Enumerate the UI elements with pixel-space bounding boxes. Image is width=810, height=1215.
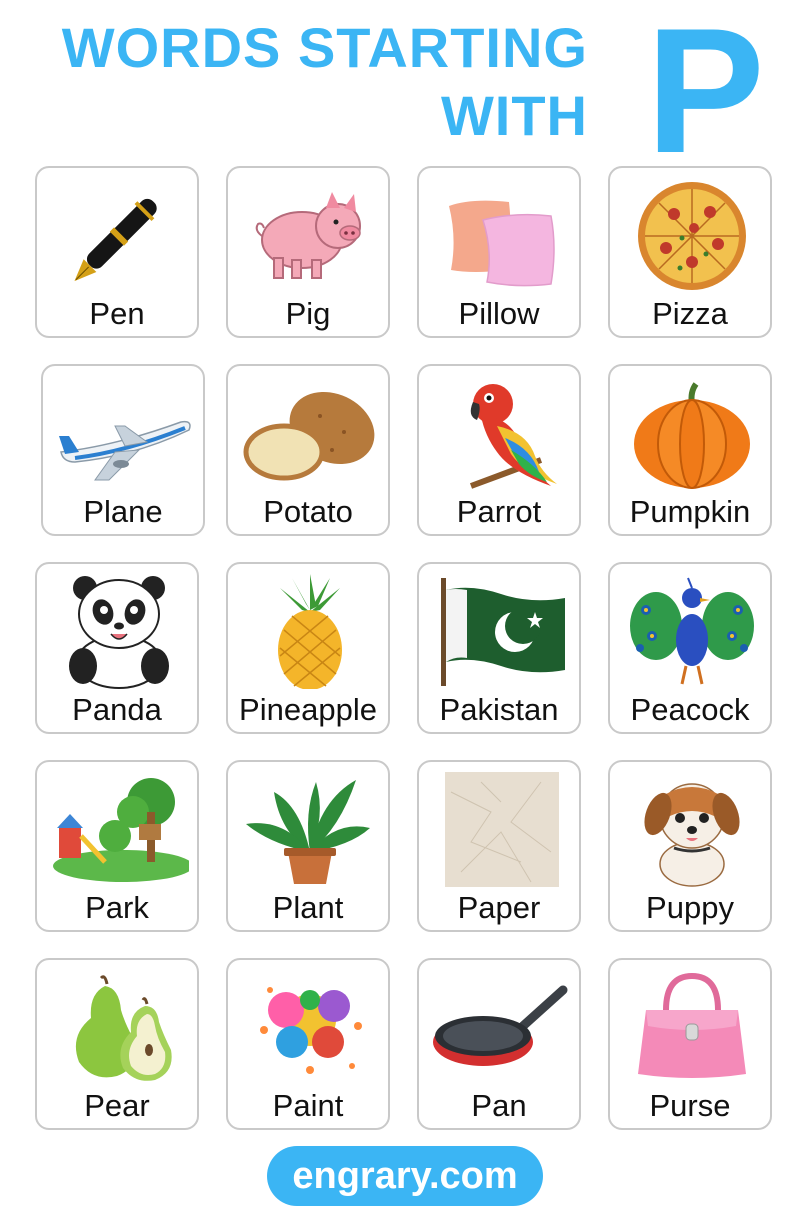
card-pan: Pan [417, 958, 581, 1130]
card-pen: Pen [35, 166, 199, 338]
pan-icon [433, 985, 568, 1066]
plane-icon [59, 420, 191, 481]
card-label: Park [85, 889, 149, 925]
card-label: Pillow [458, 295, 540, 331]
panda-icon [69, 576, 169, 689]
paint-splash-icon [260, 987, 362, 1074]
title-line-2: WITH [440, 84, 588, 147]
card-pig: Pig [226, 166, 390, 338]
big-letter: P [646, 0, 765, 190]
purse-icon [638, 972, 746, 1078]
card-label: Potato [263, 493, 353, 529]
pear-icon [75, 975, 172, 1081]
card-panda: Panda [35, 562, 199, 734]
card-purse: Purse [608, 958, 772, 1130]
pen-icon [74, 198, 157, 282]
card-park: Park [35, 760, 199, 932]
card-label: Pumpkin [629, 493, 751, 529]
card-pear: Pear [35, 958, 199, 1130]
pakistan-flag-icon [441, 578, 565, 686]
card-label: Peacock [630, 691, 750, 727]
card-paint: Paint [226, 958, 390, 1130]
potato-icon [243, 392, 375, 481]
card-pakistan: Pakistan [417, 562, 581, 734]
card-puppy: Puppy [608, 760, 772, 932]
pizza-icon [638, 182, 746, 290]
card-label: Pineapple [239, 691, 377, 727]
peacock-icon [630, 577, 754, 685]
card-label: Puppy [646, 889, 734, 925]
pumpkin-icon [634, 382, 750, 489]
card-pillow: Pillow [417, 166, 581, 338]
park-icon [53, 778, 189, 882]
card-label: Plane [83, 493, 163, 529]
card-label: Purse [649, 1087, 731, 1123]
title-line-1: WORDS STARTING [61, 16, 588, 79]
card-label: Pig [285, 295, 331, 331]
card-label: Pear [84, 1087, 150, 1123]
card-potato: Potato [226, 364, 390, 536]
puppy-icon [644, 783, 740, 887]
card-label: Pakistan [439, 691, 559, 727]
card-label: Parrot [456, 493, 542, 529]
pig-icon [255, 192, 361, 279]
card-label: Pizza [652, 295, 728, 331]
parrot-icon [469, 384, 557, 489]
card-pineapple: Pineapple [226, 562, 390, 734]
card-parrot: Parrot [417, 364, 581, 536]
card-label: Panda [72, 691, 162, 727]
site-badge[interactable]: engrary.com [267, 1146, 543, 1206]
card-plane: Plane [41, 364, 205, 536]
plant-icon [246, 780, 370, 884]
card-label: Pan [471, 1087, 527, 1123]
pillow-icon [449, 200, 555, 287]
card-pizza: Pizza [608, 166, 772, 338]
card-plant: Plant [226, 760, 390, 932]
header: WORDS STARTING WITH P [0, 0, 810, 180]
pineapple-icon [278, 574, 342, 689]
card-label: Paper [457, 889, 541, 925]
card-peacock: Peacock [608, 562, 772, 734]
card-label: Pen [89, 295, 145, 331]
card-paper: Paper [417, 760, 581, 932]
paper-icon [445, 772, 559, 887]
card-label: Paint [272, 1087, 344, 1123]
card-pumpkin: Pumpkin [608, 364, 772, 536]
card-label: Plant [272, 889, 344, 925]
